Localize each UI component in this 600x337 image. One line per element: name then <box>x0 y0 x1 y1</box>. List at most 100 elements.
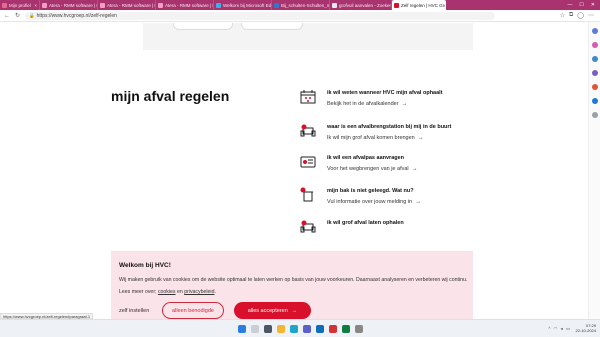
service-item-link-label: Bekijk het in de afvalkalender <box>327 101 399 107</box>
service-item-text: ik wil weten wanneer HVC mijn afval opha… <box>327 88 443 107</box>
taskbar: ^ ◠ ◂ ▭ 07:29 22-10-2024 <box>0 319 600 337</box>
browser-tab[interactable]: Atera - RMM software | PSA S× <box>98 0 156 10</box>
service-item-link[interactable]: Bekijk het in de afvalkalender → <box>327 101 443 107</box>
shopping-icon[interactable] <box>591 56 598 62</box>
close-window-icon[interactable]: ✕ <box>591 2 595 8</box>
arrow-right-icon: → <box>291 307 298 314</box>
windows-start-icon[interactable] <box>237 324 246 333</box>
wifi-icon[interactable]: ◠ <box>554 326 558 332</box>
browser-tools: ☆ ⧉ ◯ ⋯ <box>560 12 600 19</box>
service-item-title: ik wil grof afval laten ophalen <box>327 220 404 226</box>
chevron-up-icon[interactable]: ^ <box>548 326 550 332</box>
lock-icon: 🔒 <box>29 12 35 18</box>
explorer-icon[interactable] <box>276 324 285 333</box>
service-item-link[interactable]: Vul informatie over jouw melding in → <box>327 199 421 205</box>
url-prefix: https://www.hvcgroep.nl <box>36 12 90 19</box>
search-icon[interactable] <box>250 324 259 333</box>
url-path: /zelf-regelen <box>89 12 117 19</box>
tab-favicon-icon <box>100 2 105 8</box>
tab-favicon-icon <box>332 2 337 8</box>
bin-alert-icon <box>299 186 317 204</box>
maximize-icon[interactable]: ☐ <box>579 2 583 8</box>
arrow-right-icon: → <box>401 101 408 107</box>
volume-icon[interactable]: ◂ <box>560 326 562 332</box>
battery-icon[interactable]: ▭ <box>566 326 570 332</box>
service-item[interactable]: ik wil grof afval laten ophalen <box>299 218 404 236</box>
browser-tab[interactable]: Zelf regelen | HVC Groep× <box>392 0 446 10</box>
outlook-icon[interactable] <box>315 324 324 333</box>
service-item-text: mijn bak is niet geleegd. Wat nu? Vul inf… <box>327 186 421 205</box>
favorites-icon[interactable]: ☆ <box>560 12 565 19</box>
tab-label: Zelf regelen | HVC Groep <box>401 2 445 8</box>
accept-all-label: alles accepteren <box>247 307 288 314</box>
tab-favicon-icon <box>2 2 7 8</box>
service-item[interactable]: mijn bak is niet geleegd. Wat nu? Vul inf… <box>299 186 421 205</box>
window-controls: — ☐ ✕ <box>567 2 600 8</box>
arrow-right-icon: → <box>415 199 422 205</box>
cookie-title: Welkom bij HVC! <box>119 262 171 269</box>
app-icon[interactable] <box>328 324 337 333</box>
search-icon[interactable] <box>591 28 598 34</box>
edge-icon[interactable] <box>289 324 298 333</box>
service-item[interactable]: ik wil een afvalpas aanvragen Voor het we… <box>299 153 418 172</box>
taskview-icon[interactable] <box>263 324 272 333</box>
service-item-title: mijn bak is niet geleegd. Wat nu? <box>327 188 414 194</box>
add-icon[interactable] <box>591 112 598 118</box>
clock-date: 22-10-2024 <box>575 328 596 333</box>
service-item-link-label: Ik wil mijn grof afval komen brengen <box>327 135 415 141</box>
tab-favicon-icon <box>216 2 221 8</box>
service-item-link[interactable]: Ik wil mijn grof afval komen brengen → <box>327 135 451 141</box>
service-item[interactable]: ik wil weten wanneer HVC mijn afval opha… <box>299 88 443 107</box>
cookie-text: Wij maken gebruik van cookies om de webs… <box>119 274 469 298</box>
browser-tab[interactable]: Bij_schulten-Schulten_mert_su...× <box>272 0 330 10</box>
refresh-icon[interactable]: ↻ <box>15 12 20 19</box>
copilot-icon[interactable] <box>591 42 598 48</box>
service-item-link-label: Voor het wegbrengen van je afval <box>327 166 409 172</box>
hero-button-left[interactable] <box>173 23 233 30</box>
cookie-settings-button[interactable]: zelf instellen <box>119 308 149 314</box>
service-item-link[interactable]: Voor het wegbrengen van je afval → <box>327 166 418 172</box>
outlook-icon[interactable] <box>591 98 598 104</box>
close-tab-icon[interactable]: × <box>31 3 37 8</box>
cookie-text-part: en <box>175 289 185 295</box>
service-item-text: waar is een afvalbrengstation bij mij in… <box>327 122 451 141</box>
back-icon[interactable]: ← <box>4 13 10 19</box>
app-icon[interactable] <box>354 324 363 333</box>
browser-tab[interactable]: Atera - RMM software | PSA S× <box>40 0 98 10</box>
minimize-icon[interactable]: — <box>567 2 572 8</box>
teams-icon[interactable] <box>302 324 311 333</box>
clock[interactable]: 07:29 22-10-2024 <box>576 323 596 333</box>
browser-tab[interactable]: Atera - RMM software | PSA S× <box>156 0 214 10</box>
service-item-title: ik wil weten wanneer HVC mijn afval opha… <box>327 90 443 96</box>
accept-all-button[interactable]: alles accepteren → <box>234 302 311 319</box>
tab-strip: Mijn profiel×Atera - RMM software | PSA … <box>0 0 600 10</box>
browser-tab[interactable]: Welkom bij Microsoft Edge× <box>214 0 272 10</box>
browser-tab[interactable]: grofvuil aanvalen - Zoeken× <box>330 0 392 10</box>
hero-button-right[interactable] <box>241 23 303 30</box>
service-item-text: ik wil een afvalpas aanvragen Voor het we… <box>327 153 418 172</box>
tab-favicon-icon <box>394 2 399 8</box>
service-item[interactable]: waar is een afvalbrengstation bij mij in… <box>299 122 451 141</box>
tools-icon[interactable] <box>591 70 598 76</box>
sofa-icon <box>299 218 317 236</box>
privacy-link[interactable]: privacybeleid <box>184 289 214 295</box>
tab-label: Atera - RMM software | PSA S <box>165 2 213 8</box>
collections-icon[interactable]: ⧉ <box>569 12 573 19</box>
more-icon[interactable]: ⋯ <box>588 12 594 19</box>
tab-favicon-icon <box>42 2 47 8</box>
profile-icon[interactable]: ◯ <box>577 12 584 19</box>
cookie-banner: Welkom bij HVC! Wij maken gebruik van co… <box>111 251 473 319</box>
tab-label: grofvuil aanvalen - Zoeken <box>339 2 392 8</box>
url-field[interactable]: 🔒 https://www.hvcgroep.nl/zelf-regelen <box>25 11 496 20</box>
necessary-only-button[interactable]: alleen benodigde <box>162 302 224 319</box>
service-item-title: waar is een afvalbrengstation bij mij in… <box>327 124 452 130</box>
office-icon[interactable] <box>591 84 598 90</box>
cookies-link[interactable]: cookies <box>158 289 176 295</box>
tab-label: Bij_schulten-Schulten_mert_su... <box>281 2 329 8</box>
service-item-title: ik wil een afvalpas aanvragen <box>327 155 405 161</box>
cookie-text-part: . <box>214 289 216 295</box>
browser-tab[interactable]: Mijn profiel × <box>0 0 40 10</box>
tab-label: Atera - RMM software | PSA S <box>49 2 97 8</box>
app-icon[interactable] <box>341 324 350 333</box>
address-bar-row: ← ↻ 🔒 https://www.hvcgroep.nl/zelf-regel… <box>0 10 600 22</box>
